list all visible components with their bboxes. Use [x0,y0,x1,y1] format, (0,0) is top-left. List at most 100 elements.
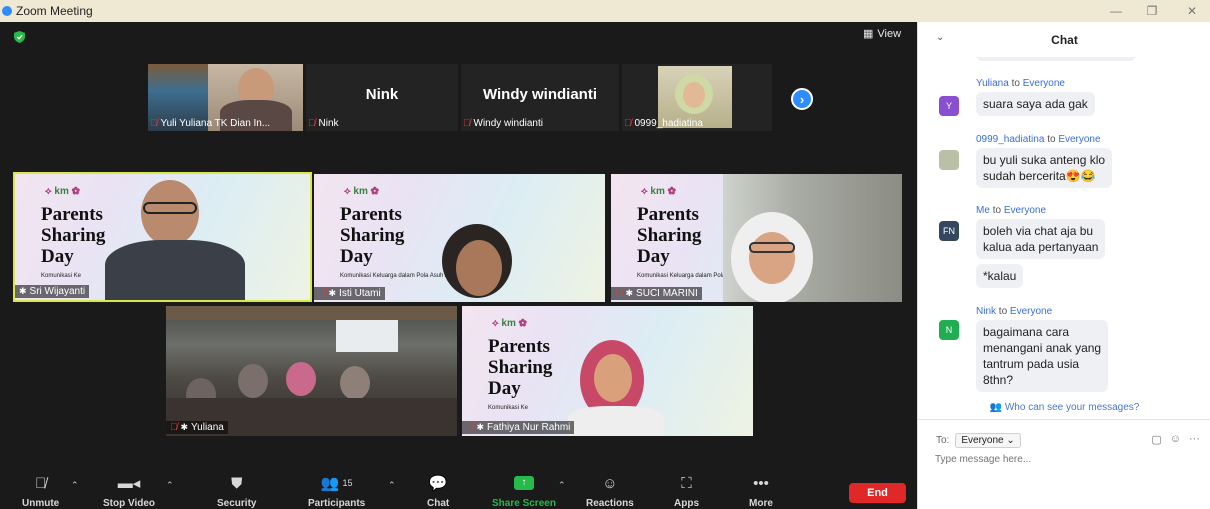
slide-title: Parents Sharing Day [637,204,702,267]
security-button[interactable]: ⛊ Security [217,474,256,509]
mic-muted-icon: 🎙̸ [615,288,623,299]
avatar: Y [939,96,959,116]
view-button[interactable]: ▦ View [863,27,902,41]
mic-muted-icon: 🎙̸ [624,118,632,129]
slide-title: Parents Sharing Day [41,204,106,267]
video-tile-sri-wijayanti[interactable]: ⟡ km ✿ Parents Sharing Day Komunikasi Ke ✱… [13,172,312,302]
emoji-icon[interactable]: ☺ [1170,433,1181,446]
share-screen-button[interactable]: ↑ Share Screen [492,474,556,509]
next-page-arrow-icon[interactable]: › [791,88,813,110]
message-bubble: bu yuli suka anteng klo sudah bercerita😍😂 [976,148,1113,188]
video-options-caret-icon[interactable]: ⌃ [166,480,174,491]
video-tile-isti-utami[interactable]: ⟡ km ✿ Parents Sharing Day Komunikasi Kelu… [314,174,605,302]
participant-name: Yuliana [191,422,224,433]
participants-button[interactable]: 👥 15 Participants [308,474,365,509]
participant-name: 0999_hadiatina [634,118,703,129]
pin-icon: ✱ [476,422,485,432]
message-bubble: bagaimana cara menangani anak yang tantrum… [976,320,1109,392]
stop-video-button[interactable]: ▬◂ Stop Video [103,474,155,509]
more-options-icon[interactable]: ··· [1189,433,1200,446]
video-tile-fathiya[interactable]: ⟡ km ✿ Parents Sharing Day Komunikasi Ke 🎙… [462,306,753,436]
participant-name: Nink [318,118,339,129]
avatar: N [939,320,959,340]
reactions-button[interactable]: ☺ Reactions [586,474,634,509]
slide-logo: ⟡ km ✿ [492,318,527,329]
participant-label: ✱ Sri Wijayanti [15,285,90,298]
pin-icon: ✱ [625,288,634,298]
mic-muted-icon: 🎙̸ [463,118,471,129]
unmute-button[interactable]: 🎙̸ Unmute [22,474,59,509]
encryption-shield-icon[interactable] [14,31,25,43]
apps-label: Apps [674,498,699,509]
participant-name: Isti Utami [339,288,381,299]
participant-label: 🎙̸ Nink [308,118,339,129]
participants-icon: 👥 15 [320,475,353,492]
apps-icon: ⛶ [681,474,692,492]
view-label: View [877,27,902,40]
participant-label: 🎙̸ 0999_hadiatina [624,118,703,129]
slide-title: Parents Sharing Day [488,336,553,399]
share-options-caret-icon[interactable]: ⌃ [558,480,566,491]
chat-bubble-icon: 💬 [428,475,448,492]
more-button[interactable]: ••• More [749,474,773,509]
strip-tile-windy[interactable]: Windy windianti 🎙̸ Windy windianti [461,64,619,131]
who-can-see-link[interactable]: 👥 Who can see your messages? [918,402,1210,413]
message-bubble: boleh via chat aja bu kalua ada pertanyaa… [976,219,1106,259]
file-icon[interactable]: ▢ [1151,433,1161,446]
chat-divider [918,419,1210,420]
restore-button[interactable]: ❐ [1134,0,1170,22]
previous-message-bubble [976,57,1136,61]
participant-body [105,240,245,300]
strip-tile-nink[interactable]: Nink 🎙̸ Nink [306,64,458,131]
message-sender: Yuliana to Everyone [976,78,1065,89]
mic-muted-icon: 🎙̸ [318,288,326,299]
more-label: More [749,498,773,509]
participant-label: 🎙̸ ✱ Fathiya Nur Rahmi [462,421,575,434]
participant-label: 🎙̸ Yuli Yuliana TK Dian In... [150,118,270,129]
audience-member [238,364,268,398]
slide-caption: Komunikasi Keluarga dalam Pola Asuh Anak [340,273,459,279]
glasses [749,242,795,253]
pin-icon: ✱ [180,422,189,432]
reactions-label: Reactions [586,498,634,509]
slide-logo: ⟡ km ✿ [641,186,676,197]
pin-icon: ✱ [328,288,337,298]
minimize-button[interactable]: — [1098,0,1134,22]
participant-display-name: Windy windianti [482,86,598,103]
participant-face [749,232,795,284]
slide-caption: Komunikasi Ke [488,405,529,411]
mic-muted-icon: 🎙̸ [150,118,158,129]
chat-messages[interactable]: Yuliana to Everyone Y suara saya ada gak… [918,57,1210,400]
recipient-select[interactable]: Everyone ⌄ [955,433,1021,448]
audience-member [286,362,316,396]
message-sender: Me to Everyone [976,205,1047,216]
slide-logo: ⟡ km ✿ [45,186,80,197]
participant-name: Windy windianti [473,118,543,129]
participant-label: 🎙̸ ✱ SUCI MARINI [611,287,702,300]
participant-display-name: Nink [365,86,399,103]
to-label: To: [936,435,950,446]
chat-button[interactable]: 💬 Chat [427,474,449,509]
strip-tile-hadiatina[interactable]: 🎙̸ 0999_hadiatina [622,64,772,131]
message-bubble: *kalau [976,264,1024,288]
video-tile-suci-marini[interactable]: ⟡ km ✿ Parents Sharing Day Komunikasi Kelu… [611,174,902,302]
slide-caption: Komunikasi Ke [41,273,82,279]
participant-label: 🎙̸ ✱ Isti Utami [314,287,385,300]
unmute-label: Unmute [22,498,60,509]
participant-name: Sri Wijayanti [29,286,86,297]
chat-title: Chat [1051,32,1078,47]
people-icon: 👥 [989,402,1003,413]
slide-logo: ⟡ km ✿ [344,186,379,197]
participants-options-caret-icon[interactable]: ⌃ [388,480,396,491]
chat-message-input[interactable] [935,454,1195,465]
end-meeting-button[interactable]: End [849,483,906,503]
strip-tile-yuli[interactable]: 🎙̸ Yuli Yuliana TK Dian In... [148,64,303,131]
chat-panel: ⌄ Chat Yuliana to Everyone Y suara saya … [917,22,1210,509]
close-button[interactable]: ✕ [1174,0,1210,22]
video-tile-yuliana[interactable]: 🎙̸ ✱ Yuliana [166,306,457,436]
stop-video-label: Stop Video [103,498,156,509]
apps-button[interactable]: ⛶ Apps [674,474,699,509]
video-camera-icon: ▬◂ [117,475,141,492]
participant-name: Fathiya Nur Rahmi [487,422,571,433]
audio-options-caret-icon[interactable]: ⌃ [71,480,79,491]
